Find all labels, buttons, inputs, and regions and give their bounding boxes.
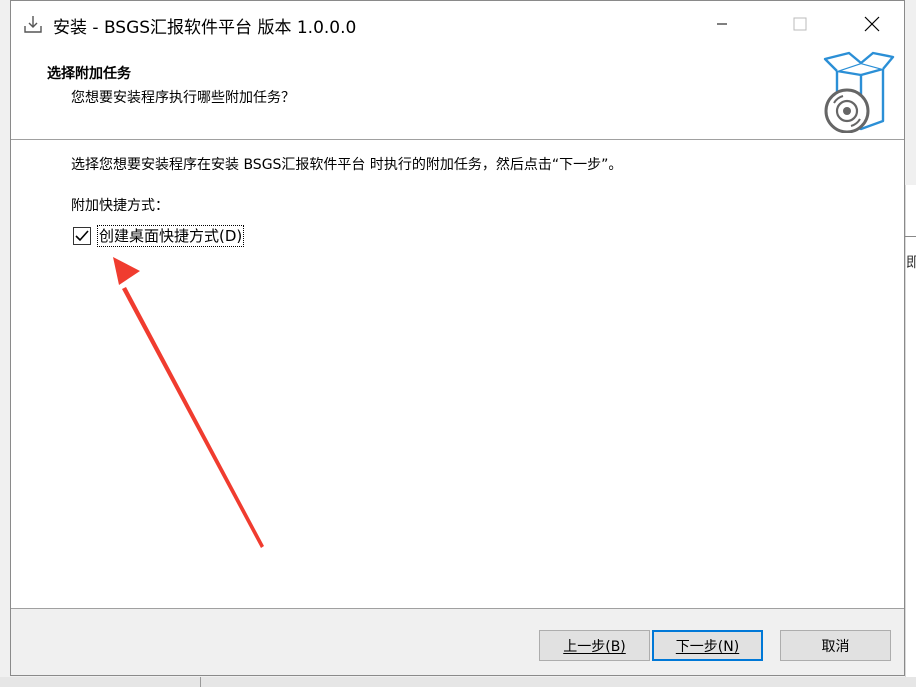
background-divider: [905, 236, 916, 237]
installer-icon: [24, 16, 42, 33]
title-bar[interactable]: 安装 - BSGS汇报软件平台 版本 1.0.0.0: [11, 1, 904, 47]
shortcut-group-label: 附加快捷方式：: [71, 198, 169, 214]
page-subtitle: 您想要安装程序执行哪些附加任务？: [71, 90, 295, 106]
minimize-icon: [717, 23, 727, 25]
wizard-header: 选择附加任务 您想要安装程序执行哪些附加任务？: [11, 47, 904, 139]
page-title: 选择附加任务: [47, 66, 131, 82]
cancel-button[interactable]: 取消: [780, 630, 891, 661]
close-icon: [864, 16, 880, 32]
window-title: 安装 - BSGS汇报软件平台 版本 1.0.0.0: [53, 18, 357, 38]
back-button-label: 上一步(B): [563, 638, 626, 655]
close-button[interactable]: [849, 1, 895, 47]
wizard-footer: 上一步(B) 下一步(N) 取消: [11, 609, 904, 675]
cancel-button-label: 取消: [821, 638, 850, 655]
install-disc-box-icon: [823, 51, 895, 133]
checkbox-box[interactable]: [73, 227, 91, 245]
checkmark-icon: [75, 230, 89, 242]
maximize-button: [777, 1, 823, 47]
instruction-text: 选择您想要安装程序在安装 BSGS汇报软件平台 时执行的附加任务，然后点击“下一…: [71, 157, 623, 173]
minimize-button[interactable]: [699, 1, 745, 47]
wizard-content: 选择您想要安装程序在安装 BSGS汇报软件平台 时执行的附加任务，然后点击“下一…: [11, 140, 904, 608]
back-button[interactable]: 上一步(B): [539, 630, 650, 661]
background-divider: [200, 677, 201, 687]
background-glyph: 即: [906, 255, 916, 271]
maximize-icon: [793, 17, 807, 31]
next-button[interactable]: 下一步(N): [652, 630, 763, 661]
installer-window: 安装 - BSGS汇报软件平台 版本 1.0.0.0 选择附加任务 您想要安装程…: [10, 0, 905, 676]
background-taskbar-strip: [0, 677, 916, 687]
next-button-label: 下一步(N): [675, 638, 740, 655]
checkbox-label[interactable]: 创建桌面快捷方式(D): [97, 225, 245, 247]
desktop-shortcut-checkbox[interactable]: 创建桌面快捷方式(D): [73, 224, 245, 248]
